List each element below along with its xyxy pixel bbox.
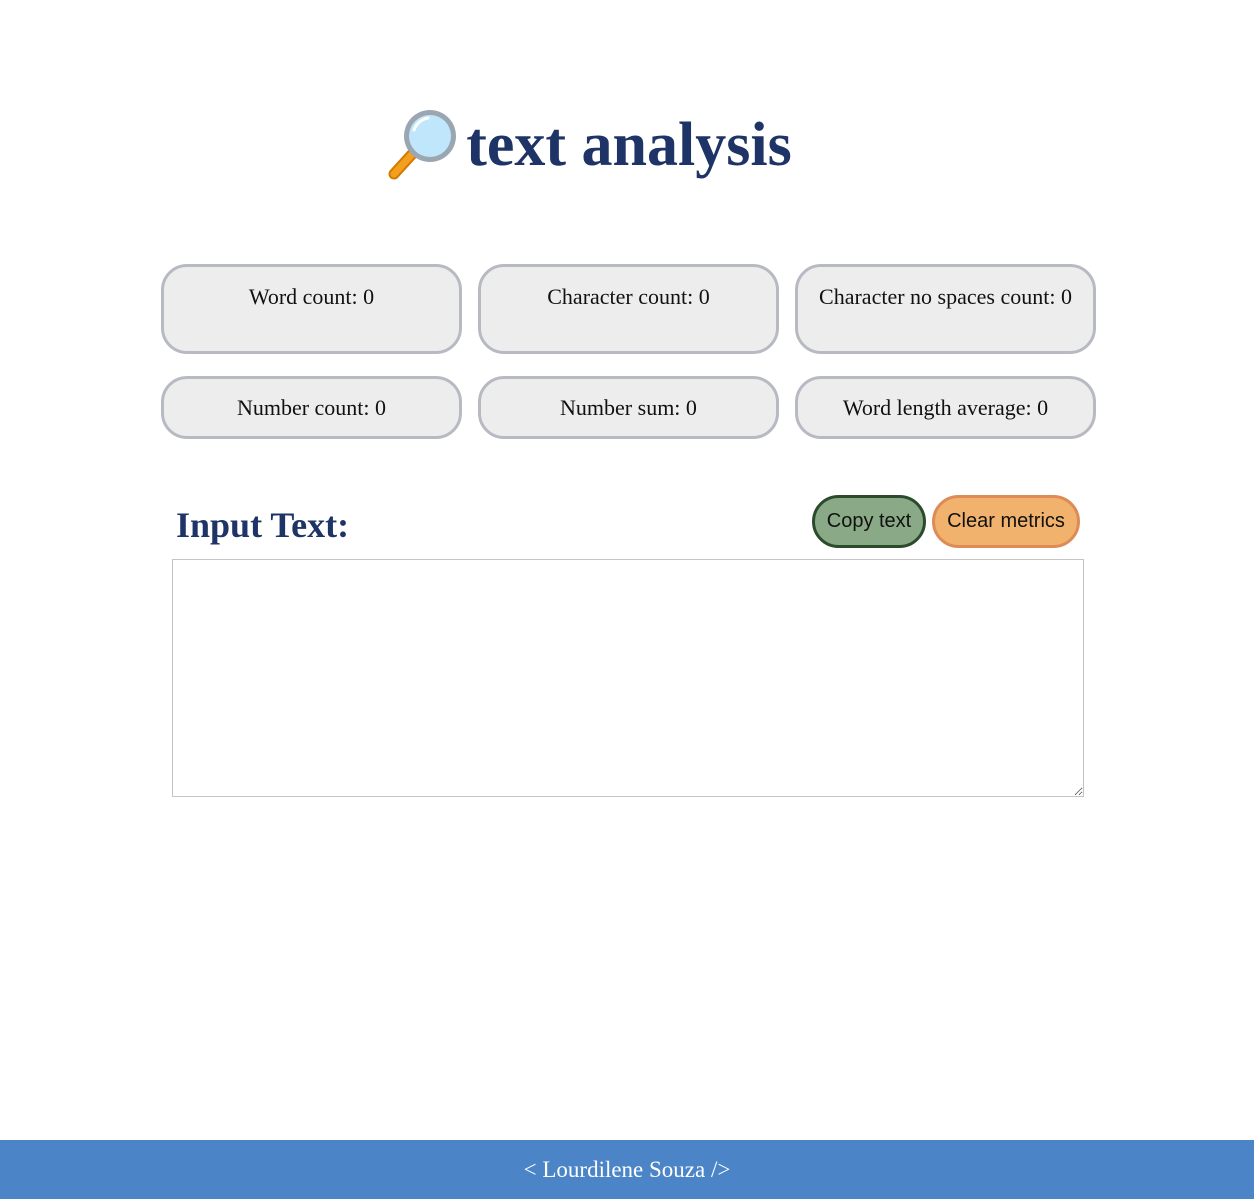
page: text analysis Word count: 0 Character co… — [0, 0, 1254, 1199]
text-input[interactable] — [172, 559, 1084, 797]
metric-number-count: Number count: 0 — [161, 376, 462, 439]
clear-metrics-button[interactable]: Clear metrics — [932, 495, 1080, 548]
page-header: text analysis — [0, 100, 1176, 190]
metric-character-count: Character count: 0 — [478, 264, 779, 354]
metric-character-no-spaces-count: Character no spaces count: 0 — [795, 264, 1096, 354]
input-header: Input Text: Copy text Clear metrics — [176, 494, 1080, 549]
footer-text: < Lourdilene Souza /> — [523, 1156, 731, 1182]
metric-word-count: Word count: 0 — [161, 264, 462, 354]
magnifying-glass-icon — [388, 110, 457, 180]
metric-word-length-average: Word length average: 0 — [795, 376, 1096, 439]
footer: < Lourdilene Souza /> — [0, 1140, 1254, 1199]
page-title: text analysis — [466, 111, 792, 179]
metric-number-sum: Number sum: 0 — [478, 376, 779, 439]
copy-text-button[interactable]: Copy text — [812, 495, 926, 548]
input-label: Input Text: — [176, 505, 350, 545]
metrics-grid: Word count: 0 Character count: 0 Charact… — [161, 264, 1096, 439]
